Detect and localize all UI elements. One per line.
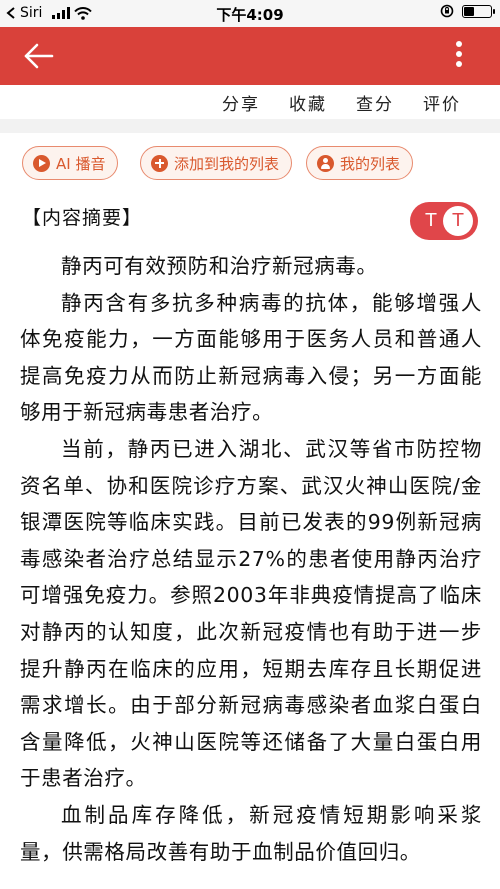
toggle-right-knob: T bbox=[443, 206, 473, 236]
article-paragraph: 静丙含有多抗多种病毒的抗体，能够增强人体免疫能力，一方面能够用于医务人员和普通人… bbox=[20, 290, 482, 425]
status-time: 下午4:09 bbox=[216, 6, 284, 24]
review-button[interactable]: 评价 bbox=[423, 90, 461, 115]
nav-bar bbox=[0, 27, 500, 85]
check-score-button[interactable]: 查分 bbox=[356, 90, 394, 115]
plus-icon bbox=[151, 154, 168, 172]
my-list-label: 我的列表 bbox=[340, 154, 401, 173]
favorite-button[interactable]: 收藏 bbox=[289, 90, 327, 115]
toggle-left-label: T bbox=[425, 210, 437, 231]
article-paragraph: 血制品库存降低，新冠疫情短期影响采浆量，供需格局改善有助于血制品价值回归。 bbox=[20, 802, 482, 864]
orientation-lock-icon bbox=[440, 4, 454, 18]
more-vertical-icon bbox=[454, 41, 464, 67]
article-body: 静丙可有效预防和治疗新冠病毒。 静丙含有多抗多种病毒的抗体，能够增强人体免疫能力… bbox=[20, 248, 482, 870]
back-button[interactable] bbox=[22, 41, 56, 71]
status-right bbox=[440, 4, 495, 18]
add-to-list-button[interactable]: 添加到我的列表 bbox=[140, 146, 293, 180]
action-row: 分享 收藏 查分 评价 bbox=[0, 85, 500, 119]
ai-play-button[interactable]: AI 播音 bbox=[22, 146, 119, 180]
play-icon bbox=[33, 154, 50, 172]
battery-icon bbox=[462, 4, 495, 18]
ai-play-label: AI 播音 bbox=[56, 154, 106, 173]
translate-toggle[interactable]: T T bbox=[410, 202, 478, 240]
share-button[interactable]: 分享 bbox=[222, 90, 260, 115]
summary-heading: 【内容摘要】 bbox=[22, 207, 143, 229]
add-to-list-label: 添加到我的列表 bbox=[174, 154, 280, 173]
status-bar: Siri 下午4:09 bbox=[0, 0, 500, 27]
user-icon bbox=[317, 154, 334, 172]
more-menu-button[interactable] bbox=[454, 41, 464, 73]
section-divider bbox=[0, 119, 500, 133]
my-list-button[interactable]: 我的列表 bbox=[306, 146, 414, 180]
article-paragraph: 静丙可有效预防和治疗新冠病毒。 bbox=[61, 254, 378, 278]
article-paragraph: 当前，静丙已进入湖北、武汉等省市防控物资名单、协和医院诊疗方案、武汉火神山医院/… bbox=[20, 436, 482, 791]
arrow-left-icon bbox=[24, 43, 54, 69]
